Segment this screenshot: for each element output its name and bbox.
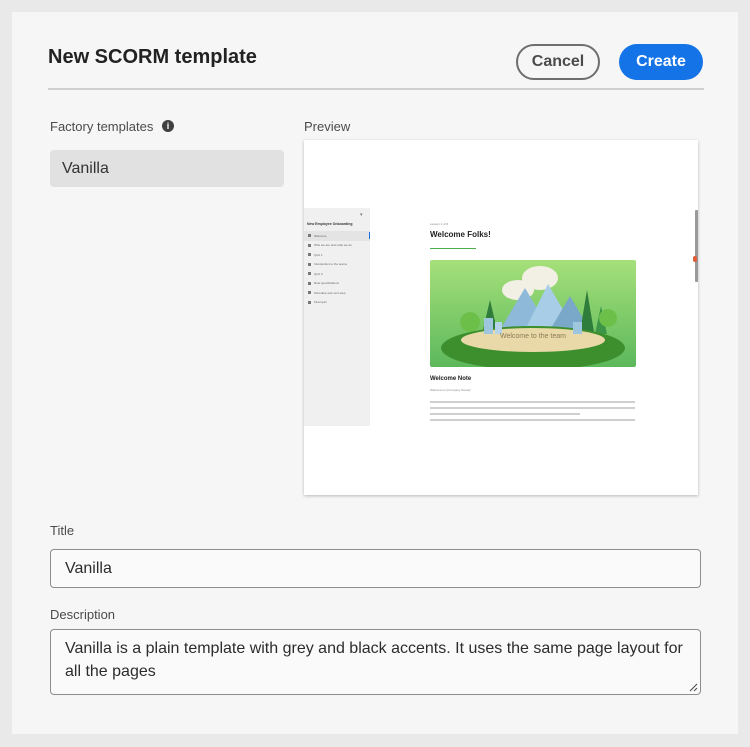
preview-scroll-marker (693, 256, 697, 262)
hero-landscape-illustration (430, 260, 636, 367)
preview-nav-item: Schedule and next step (304, 288, 370, 298)
description-label: Description (50, 607, 116, 622)
preview-nav: Welcome Who we are and what we do Quiz 1… (304, 231, 370, 307)
description-textarea-value: Vanilla is a plain template with grey an… (65, 640, 683, 680)
preview-scrollbar[interactable] (695, 210, 698, 282)
preview-text-line (430, 413, 580, 415)
hero-caption: Welcome to the team (499, 333, 566, 340)
preview-nav-item: Welcome (304, 231, 370, 241)
cancel-button[interactable]: Cancel (516, 44, 600, 80)
create-button[interactable]: Create (619, 44, 703, 80)
resize-handle-icon[interactable] (689, 683, 698, 692)
dialog-title: New SCORM template (48, 46, 257, 68)
chevron-down-icon: ▾ (360, 212, 363, 218)
title-input[interactable]: Vanilla (50, 549, 701, 588)
preview-nav-item: Introduction to the teams (304, 260, 370, 270)
preview-hero-image: Welcome to the team (430, 260, 636, 367)
preview-accent-rule (430, 248, 476, 249)
template-preview: ▾ New Employee Onboarding Welcome Who we… (304, 140, 698, 495)
preview-sidebar: ▾ New Employee Onboarding Welcome Who we… (304, 208, 370, 426)
title-label: Title (50, 523, 75, 538)
description-textarea[interactable]: Vanilla is a plain template with grey an… (50, 629, 701, 695)
preview-section-heading: Welcome Note (430, 376, 472, 382)
new-scorm-template-dialog: New SCORM template Cancel Create Factory… (12, 12, 738, 734)
header-divider (48, 88, 704, 90)
preview-text-line (430, 407, 635, 409)
preview-nav-item: Quiz 1 (304, 250, 370, 260)
preview-lesson-label: Lesson 1 of 8 (430, 222, 449, 226)
title-input-value: Vanilla (65, 559, 112, 577)
preview-heading: Welcome Folks! (430, 230, 491, 239)
info-icon[interactable]: i (162, 120, 174, 132)
preview-nav-item: Who we are and what we do (304, 241, 370, 251)
preview-nav-item: Quiz 2 (304, 269, 370, 279)
preview-course-title: New Employee Onboarding (307, 222, 353, 226)
preview-text-line (430, 419, 635, 421)
preview-text-line (430, 401, 635, 403)
preview-label: Preview (304, 119, 351, 134)
factory-template-vanilla[interactable]: Vanilla (50, 150, 284, 187)
preview-section-intro: Welcome to [Company Name]! (430, 388, 471, 392)
factory-templates-label: Factory templates (50, 119, 154, 134)
preview-nav-item: Final quiz (304, 298, 370, 308)
preview-nav-item: Role specifications (304, 279, 370, 289)
